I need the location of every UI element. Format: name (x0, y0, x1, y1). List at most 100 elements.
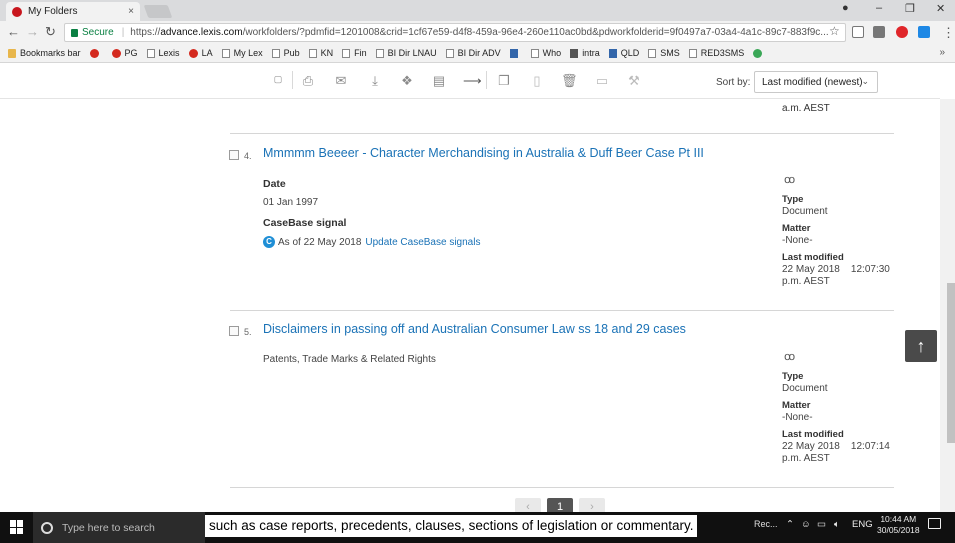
windows-start-icon[interactable] (10, 520, 24, 534)
print-icon[interactable]: ⎙ (300, 73, 316, 89)
page-icon (688, 48, 697, 58)
date-value: 01 Jan 1997 (263, 197, 319, 208)
bookmark-item[interactable]: SMS (648, 48, 680, 58)
bookmark-item[interactable]: My Lex (221, 48, 263, 58)
delete-icon[interactable]: 🗑 (561, 73, 578, 89)
address-bar-row: ← → ↻ Secure | https://advance.lexis.com… (0, 21, 955, 44)
taskbar-search-placeholder: Type here to search (62, 521, 155, 534)
extension-icon[interactable] (852, 26, 864, 38)
preview-glasses-icon[interactable]: ꝏ (784, 173, 795, 186)
profile-icon[interactable]: ● (842, 2, 849, 14)
chrome-menu-icon[interactable]: ⋮ (942, 26, 955, 40)
download-icon[interactable]: ⤓ (367, 73, 383, 89)
back-to-top-button[interactable]: ↑ (905, 330, 937, 362)
matter-value: -None- (782, 412, 813, 423)
back-button[interactable]: ← (7, 25, 20, 39)
tools-icon[interactable]: ⚒ (626, 73, 642, 89)
new-tab-button[interactable] (143, 5, 173, 18)
app-icon (570, 48, 579, 58)
tray-chevron-icon[interactable]: ⌃ (786, 519, 794, 530)
taskbar-app-label[interactable]: Rec... (754, 519, 778, 529)
type-label: Type (782, 371, 804, 382)
network-icon[interactable]: ▭ (817, 519, 826, 530)
lock-icon (71, 28, 78, 37)
red-logo-icon (111, 48, 121, 58)
bookmark-item[interactable]: LA (188, 48, 213, 58)
bookmark-item[interactable] (89, 48, 103, 58)
document-number: 5. (244, 327, 252, 337)
browser-tab[interactable]: My Folders × (6, 2, 140, 21)
document-icon[interactable]: ▤ (431, 73, 447, 89)
extension-icon[interactable] (873, 26, 885, 38)
reload-button[interactable]: ↻ (45, 25, 56, 39)
bookmark-item[interactable]: Lexis (146, 48, 180, 58)
bookmark-item[interactable]: Pub (271, 48, 300, 58)
forward-button[interactable]: → (26, 25, 39, 39)
date-label: Date (263, 178, 286, 190)
update-casebase-signals-link[interactable]: Update CaseBase signals (365, 237, 480, 248)
tab-close-icon[interactable]: × (128, 6, 134, 17)
tray-people-icon[interactable]: ☺ (801, 519, 811, 530)
windows-extension-icon[interactable] (918, 26, 930, 38)
copy-icon[interactable]: ❐ (496, 73, 512, 89)
tray-language[interactable]: ENG (852, 519, 873, 530)
casebase-signal-label: CaseBase signal (263, 217, 347, 229)
clock-date: 30/05/2018 (877, 525, 920, 535)
bookmark-item[interactable]: BI Dir ADV (445, 48, 501, 58)
taskbar-clock[interactable]: 10:44 AM 30/05/2018 (877, 514, 920, 536)
next-page-button[interactable]: › (579, 498, 605, 512)
tab-title: My Folders (28, 6, 78, 17)
document-checkbox[interactable] (229, 326, 239, 336)
select-all-checkbox[interactable]: ▢ (270, 71, 286, 87)
document-title-link[interactable]: Mmmmm Beeeer - Character Merchandising i… (263, 146, 704, 160)
page-icon (271, 48, 280, 58)
type-value: Document (782, 206, 828, 217)
divider (230, 487, 894, 488)
preview-glasses-icon[interactable]: ꝏ (784, 350, 795, 363)
previous-item-modified-tail: a.m. AEST (782, 103, 830, 114)
move-folder-icon[interactable]: ▭ (594, 73, 610, 89)
type-value: Document (782, 383, 828, 394)
sort-select[interactable]: Last modified (newest) ⌄ (754, 71, 878, 93)
bookmark-star-icon[interactable]: ☆ (829, 24, 840, 38)
chevron-down-icon: ⌄ (861, 76, 869, 86)
red-logo-icon (89, 48, 99, 58)
bookmark-item[interactable]: Fin (342, 48, 367, 58)
bookmark-item[interactable]: Who (530, 48, 561, 58)
bookmark-item[interactable]: QLD (608, 48, 639, 58)
document-checkbox[interactable] (229, 150, 239, 160)
url-bar[interactable]: Secure | https://advance.lexis.com/workf… (64, 23, 846, 42)
restore-button[interactable]: ❐ (905, 2, 915, 15)
bookmark-item[interactable]: KN (308, 48, 333, 58)
document-title-link[interactable]: Disclaimers in passing off and Australia… (263, 322, 686, 336)
bookmarks-more-icon[interactable]: » (939, 47, 945, 58)
file-icon[interactable]: ▯ (529, 73, 545, 89)
bookmark-item[interactable]: RED3SMS (688, 48, 744, 58)
dropbox-icon[interactable]: ❖ (399, 73, 415, 89)
last-modified-value: 22 May 2018 12:07:14 (782, 441, 890, 452)
bookmark-item[interactable]: intra (570, 48, 600, 58)
bookmarks-bar: Bookmarks bar PG Lexis LA My Lex Pub KN … (0, 44, 955, 63)
casebase-signal: C As of 22 May 2018 Update CaseBase sign… (263, 236, 480, 248)
volume-icon[interactable]: 🔈︎ (834, 519, 840, 530)
opera-extension-icon[interactable] (896, 26, 908, 38)
cortana-icon (41, 521, 53, 534)
matter-label: Matter (782, 400, 811, 411)
send-to-icon[interactable]: ⟶ (463, 73, 482, 89)
bookmark-item[interactable]: PG (111, 48, 138, 58)
bookmark-item[interactable]: BI Dir LNAU (375, 48, 437, 58)
close-window-button[interactable]: ✕ (936, 2, 945, 15)
folder-document-list: a.m. AEST 4. Mmmmm Beeeer - Character Me… (0, 99, 940, 512)
email-icon[interactable]: ✉ (333, 73, 349, 89)
bookmark-item[interactable]: Bookmarks bar (8, 48, 81, 58)
chart-icon (509, 48, 518, 58)
bookmark-item[interactable] (753, 48, 766, 58)
current-page-button[interactable]: 1 (547, 498, 573, 512)
taskbar-search[interactable]: Type here to search (33, 512, 205, 543)
scrollbar-thumb[interactable] (947, 283, 955, 443)
page-icon (530, 48, 539, 58)
bookmark-item[interactable] (509, 48, 522, 58)
action-center-icon[interactable] (928, 518, 941, 529)
minimize-button[interactable]: – (876, 2, 882, 14)
previous-page-button[interactable]: ‹ (515, 498, 541, 512)
